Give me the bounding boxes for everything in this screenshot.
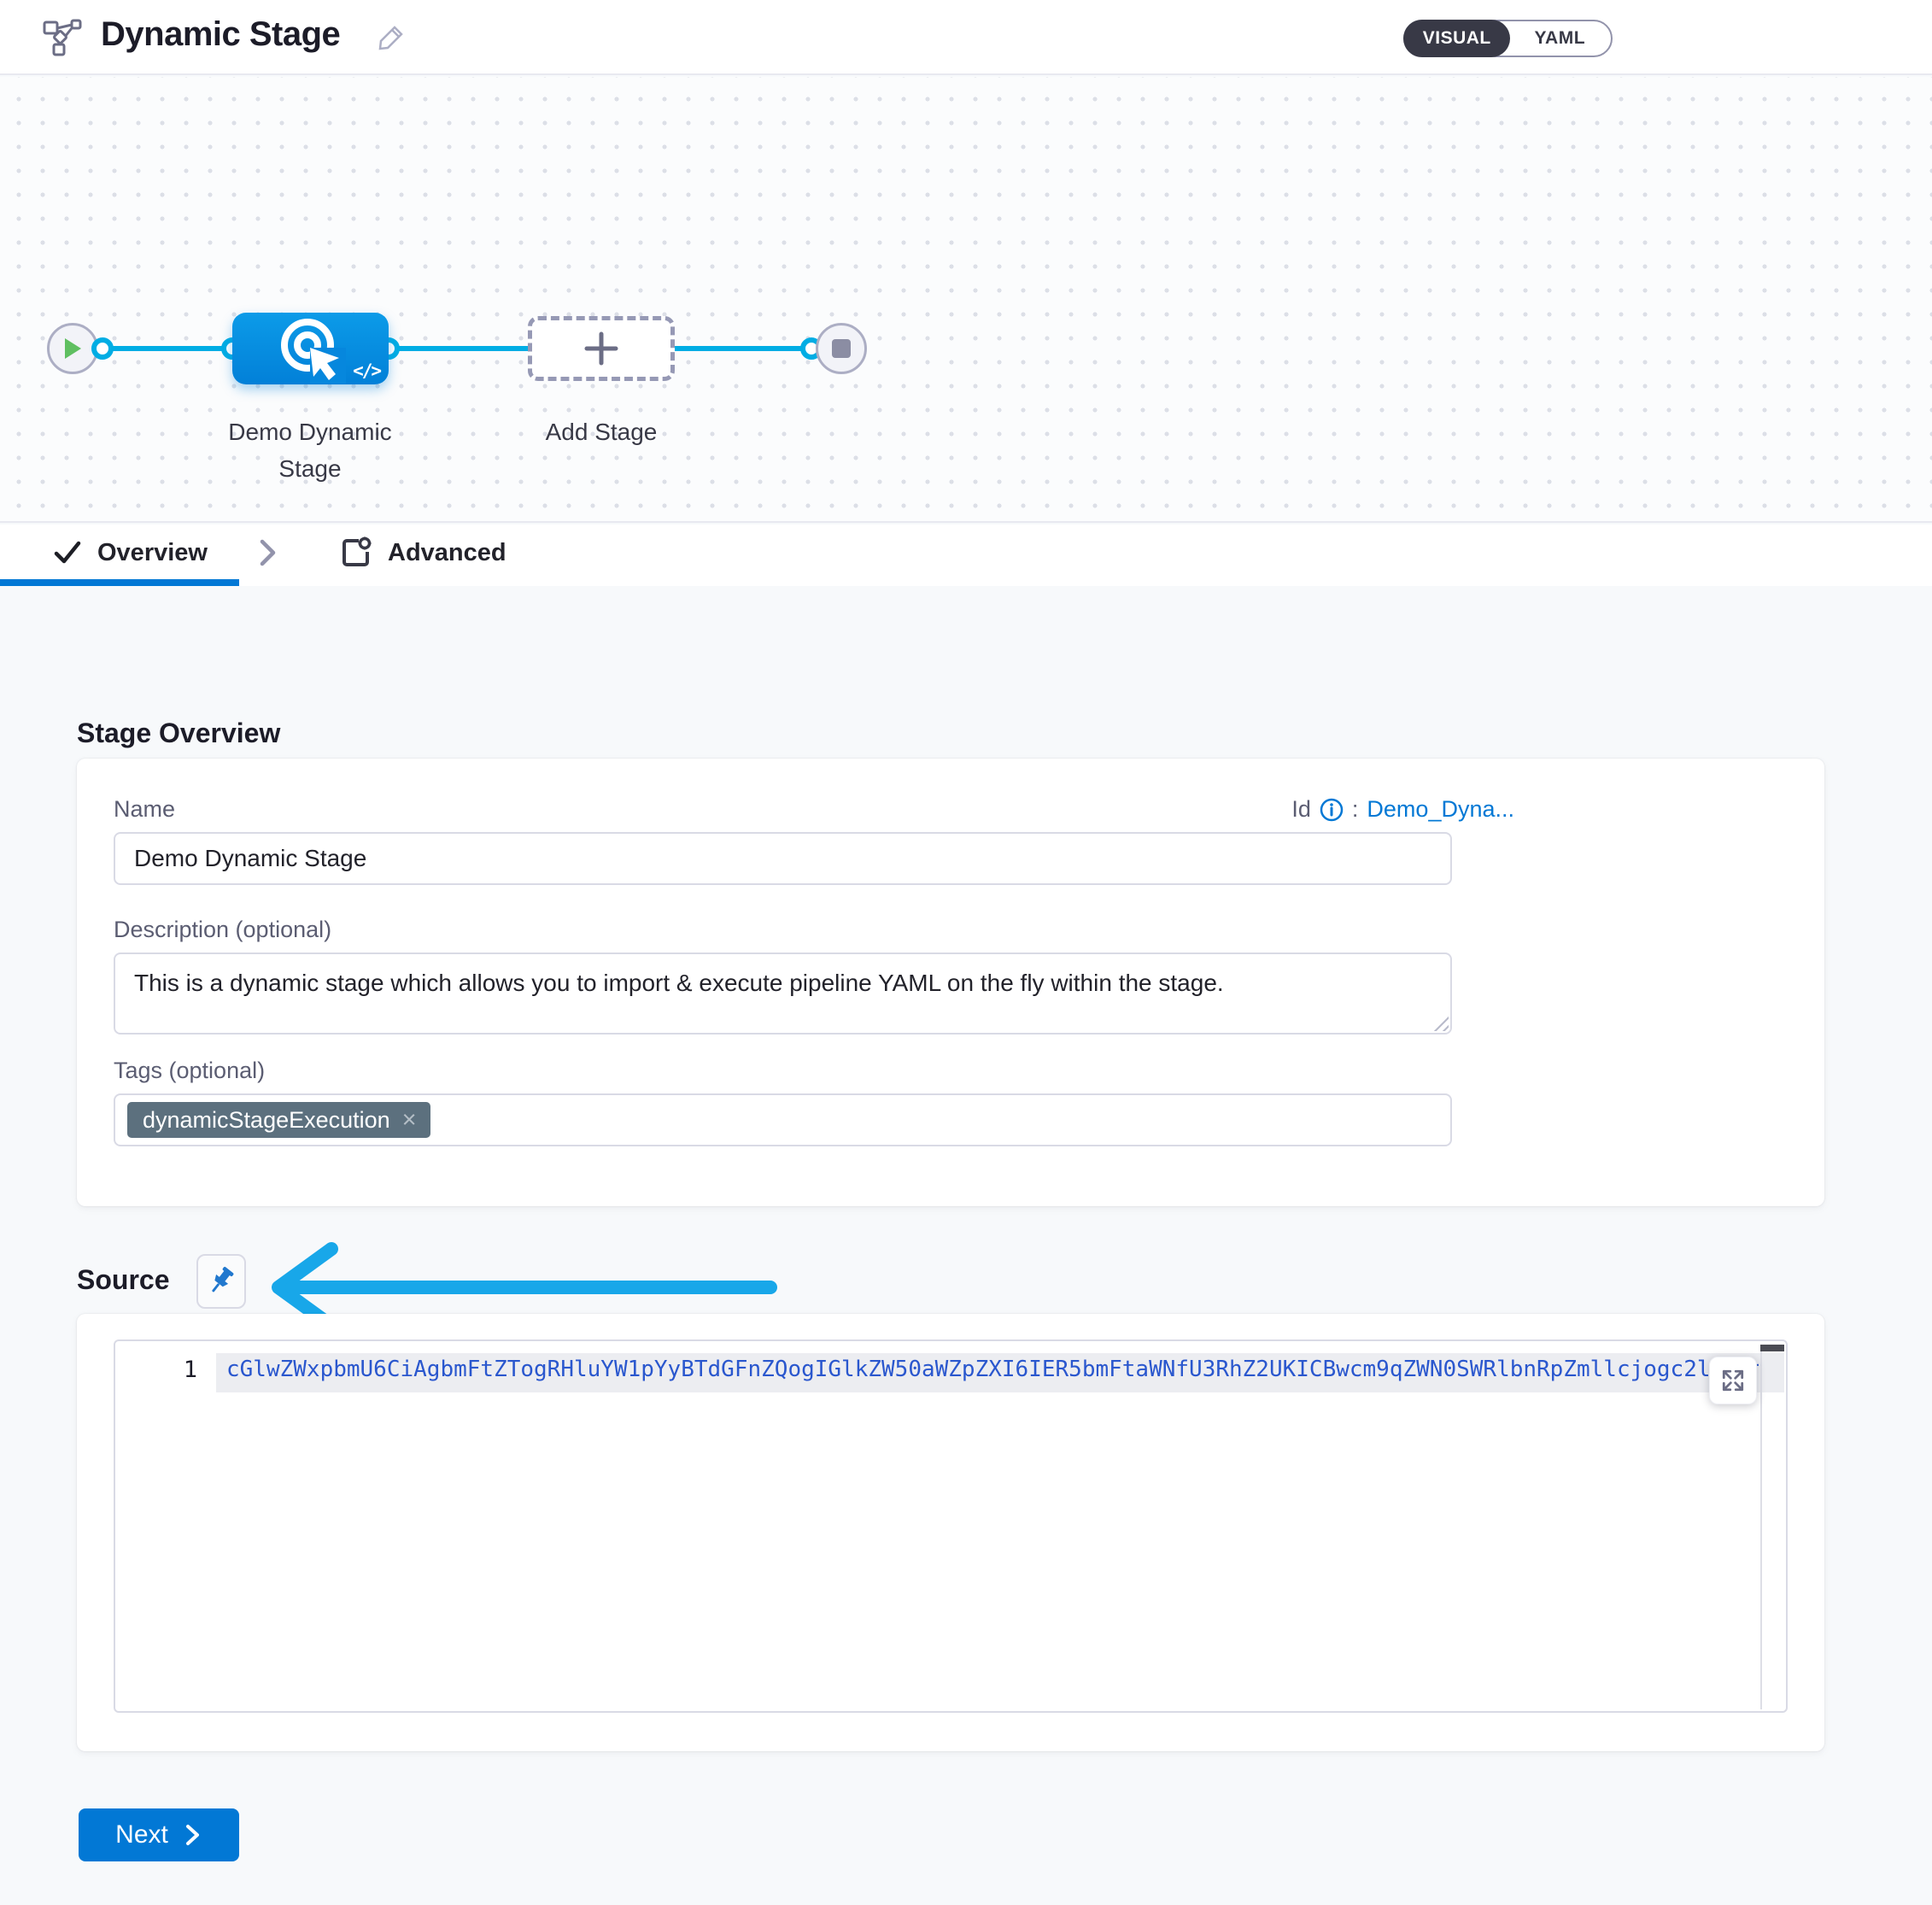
edge-start-to-stage xyxy=(102,346,232,351)
add-stage-label: Add Stage xyxy=(516,413,687,450)
tab-advanced[interactable]: Advanced xyxy=(340,525,506,581)
info-icon[interactable] xyxy=(1320,798,1344,822)
visual-yaml-toggle: VISUAL YAML xyxy=(1403,20,1613,57)
active-tab-underline xyxy=(0,579,239,586)
pipeline-canvas[interactable]: </> Demo Dynamic Stage Add Stage xyxy=(0,77,1932,523)
tab-advanced-label: Advanced xyxy=(388,539,506,567)
port-after-start xyxy=(91,337,114,360)
advanced-settings-icon xyxy=(340,536,372,569)
toggle-visual[interactable]: VISUAL xyxy=(1403,20,1510,57)
stage-node-label: Demo Dynamic Stage xyxy=(208,413,413,487)
tab-overview[interactable]: Overview xyxy=(53,525,208,581)
tag-remove-icon[interactable]: × xyxy=(402,1108,417,1133)
expand-icon xyxy=(1720,1368,1746,1393)
pushpin-icon xyxy=(205,1263,237,1299)
add-stage-button[interactable] xyxy=(528,316,675,381)
tag-chip: dynamicStageExecution × xyxy=(127,1102,430,1138)
name-input[interactable] xyxy=(114,832,1452,885)
tags-label: Tags (optional) xyxy=(114,1058,265,1084)
editor-horizontal-scrollbar-thumb[interactable] xyxy=(1760,1345,1784,1351)
edit-pencil-icon[interactable] xyxy=(376,22,407,57)
pipeline-start-node[interactable] xyxy=(47,323,98,374)
check-icon xyxy=(53,539,82,566)
stage-id-value[interactable]: Demo_Dyna... xyxy=(1367,796,1514,823)
code-badge: </> xyxy=(353,360,380,381)
next-button[interactable]: Next xyxy=(79,1808,239,1861)
description-textarea[interactable]: This is a dynamic stage which allows you… xyxy=(114,952,1452,1035)
stage-config-page: Dynamic Stage VISUAL YAML xyxy=(0,0,1932,1905)
chevron-right-icon xyxy=(256,536,278,573)
stage-overview-card: Name Id : Demo_Dyna... Description (opti… xyxy=(77,759,1824,1206)
stage-id-row: Id : Demo_Dyna... xyxy=(1291,796,1514,823)
description-label: Description (optional) xyxy=(114,917,331,943)
edge-stage-to-add xyxy=(389,346,528,351)
header-bar: Dynamic Stage VISUAL YAML xyxy=(0,0,1932,75)
next-button-label: Next xyxy=(115,1820,168,1849)
id-separator: : xyxy=(1352,796,1359,823)
code-line-text[interactable]: cGlwZWxpbmU6CiAgbmFtZTogRHluYW1pYyBTdGFn… xyxy=(226,1357,1759,1382)
source-card: 1 cGlwZWxpbmU6CiAgbmFtZTogRHluYW1pYyBTdG… xyxy=(77,1314,1824,1751)
pipeline-icon xyxy=(43,19,82,61)
tag-chip-label: dynamicStageExecution xyxy=(143,1107,390,1134)
editor-vertical-scrollbar[interactable] xyxy=(1760,1351,1762,1709)
stage-overview-heading: Stage Overview xyxy=(77,718,280,749)
source-heading: Source xyxy=(77,1264,169,1296)
stage-node-demo-dynamic-stage[interactable]: </> xyxy=(232,313,389,384)
toggle-yaml[interactable]: YAML xyxy=(1508,21,1611,56)
tab-overview-label: Overview xyxy=(97,539,208,567)
edge-add-to-end xyxy=(675,346,811,351)
stage-tabbar: Overview Advanced xyxy=(0,525,1932,586)
stop-icon xyxy=(831,338,852,359)
id-label: Id xyxy=(1291,796,1311,823)
chevron-right-icon xyxy=(182,1823,202,1847)
play-icon xyxy=(62,337,83,360)
dynamic-stage-click-icon xyxy=(276,314,346,384)
expand-editor-button[interactable] xyxy=(1709,1357,1757,1404)
tags-input[interactable]: dynamicStageExecution × xyxy=(114,1093,1452,1146)
name-label: Name xyxy=(114,796,175,823)
pin-button[interactable] xyxy=(196,1254,246,1309)
source-code-editor[interactable]: 1 cGlwZWxpbmU6CiAgbmFtZTogRHluYW1pYyBTdG… xyxy=(114,1339,1788,1713)
plus-icon xyxy=(582,329,621,368)
page-title: Dynamic Stage xyxy=(101,15,340,54)
pipeline-end-node[interactable] xyxy=(816,323,867,374)
line-number: 1 xyxy=(115,1357,197,1383)
